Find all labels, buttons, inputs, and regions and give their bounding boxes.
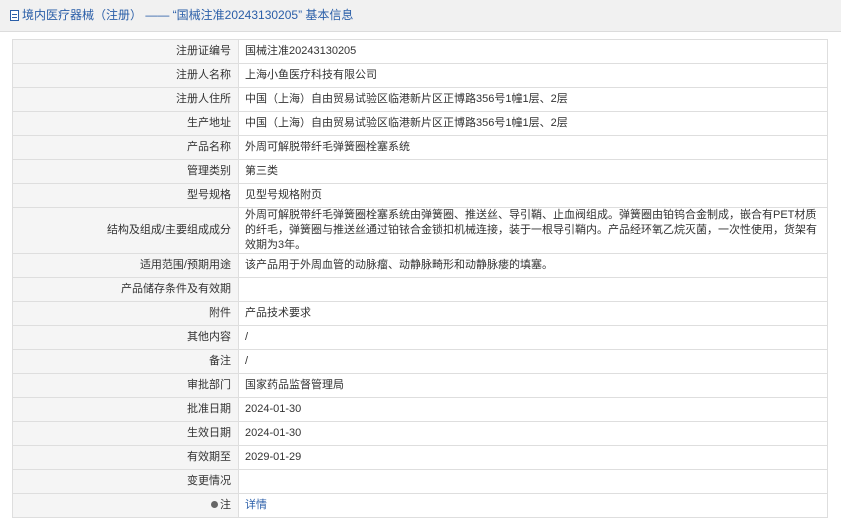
note-value-cell: 详情 — [238, 493, 828, 518]
note-label: 注 — [220, 499, 231, 511]
table-row: 型号规格 见型号规格附页 — [12, 183, 828, 208]
field-label: 产品储存条件及有效期 — [12, 277, 239, 302]
field-label: 生产地址 — [12, 111, 239, 136]
field-label: 备注 — [12, 349, 239, 374]
field-label: 变更情况 — [12, 469, 239, 494]
table-row: 附件 产品技术要求 — [12, 301, 828, 326]
page-header: 境内医疗器械（注册） —— “国械注准20243130205” 基本信息 — [0, 0, 841, 32]
field-value: 外周可解脱带纤毛弹簧圈栓塞系统由弹簧圈、推送丝、导引鞘、止血阀组成。弹簧圈由铂钨… — [238, 207, 828, 254]
table-row: 变更情况 — [12, 469, 828, 494]
field-value: 中国（上海）自由贸易试验区临港新片区正博路356号1幢1层、2层 — [238, 87, 828, 112]
field-label: 管理类别 — [12, 159, 239, 184]
note-icon — [211, 500, 218, 508]
table-row: 审批部门 国家药品监督管理局 — [12, 373, 828, 398]
field-value: 上海小鱼医疗科技有限公司 — [238, 63, 828, 88]
field-value: 外周可解脱带纤毛弹簧圈栓塞系统 — [238, 135, 828, 160]
field-value: / — [238, 325, 828, 350]
table-row: 生效日期 2024-01-30 — [12, 421, 828, 446]
field-label: 批准日期 — [12, 397, 239, 422]
table-row: 批准日期 2024-01-30 — [12, 397, 828, 422]
field-label: 结构及组成/主要组成成分 — [12, 207, 239, 254]
field-label: 附件 — [12, 301, 239, 326]
table-row: 结构及组成/主要组成成分 外周可解脱带纤毛弹簧圈栓塞系统由弹簧圈、推送丝、导引鞘… — [12, 207, 828, 254]
field-value: / — [238, 349, 828, 374]
field-value: 该产品用于外周血管的动脉瘤、动静脉畸形和动静脉瘘的填塞。 — [238, 253, 828, 278]
field-label: 其他内容 — [12, 325, 239, 350]
field-value: 2029-01-29 — [238, 445, 828, 470]
field-label: 适用范围/预期用途 — [12, 253, 239, 278]
table-row: 适用范围/预期用途 该产品用于外周血管的动脉瘤、动静脉畸形和动静脉瘘的填塞。 — [12, 253, 828, 278]
page-title: 境内医疗器械（注册） —— “国械注准20243130205” 基本信息 — [22, 8, 354, 22]
table-row: 生产地址 中国（上海）自由贸易试验区临港新片区正博路356号1幢1层、2层 — [12, 111, 828, 136]
document-icon — [10, 10, 19, 21]
field-label: 生效日期 — [12, 421, 239, 446]
table-row: 有效期至 2029-01-29 — [12, 445, 828, 470]
field-value: 见型号规格附页 — [238, 183, 828, 208]
field-label: 审批部门 — [12, 373, 239, 398]
table-row: 备注 / — [12, 349, 828, 374]
table-row: 其他内容 / — [12, 325, 828, 350]
table-row: 产品储存条件及有效期 — [12, 277, 828, 302]
table-row: 管理类别 第三类 — [12, 159, 828, 184]
detail-table: 注册证编号 国械注准20243130205 注册人名称 上海小鱼医疗科技有限公司… — [12, 39, 828, 518]
field-label: 注册人名称 — [12, 63, 239, 88]
field-value — [238, 277, 828, 302]
table-row: 注册人住所 中国（上海）自由贸易试验区临港新片区正博路356号1幢1层、2层 — [12, 87, 828, 112]
table-row: 注册人名称 上海小鱼医疗科技有限公司 — [12, 63, 828, 88]
field-label: 注册证编号 — [12, 39, 239, 64]
field-label: 有效期至 — [12, 445, 239, 470]
note-label-cell: 注 — [12, 493, 239, 518]
field-value: 2024-01-30 — [238, 397, 828, 422]
details-link[interactable]: 详情 — [245, 499, 267, 511]
detail-container: 注册证编号 国械注准20243130205 注册人名称 上海小鱼医疗科技有限公司… — [0, 32, 841, 518]
field-value: 2024-01-30 — [238, 421, 828, 446]
field-value — [238, 469, 828, 494]
field-label: 注册人住所 — [12, 87, 239, 112]
field-value: 第三类 — [238, 159, 828, 184]
note-row: 注 详情 — [12, 493, 828, 518]
field-label: 型号规格 — [12, 183, 239, 208]
field-value: 国家药品监督管理局 — [238, 373, 828, 398]
field-value: 产品技术要求 — [238, 301, 828, 326]
table-row: 产品名称 外周可解脱带纤毛弹簧圈栓塞系统 — [12, 135, 828, 160]
field-value: 中国（上海）自由贸易试验区临港新片区正博路356号1幢1层、2层 — [238, 111, 828, 136]
field-value: 国械注准20243130205 — [238, 39, 828, 64]
field-label: 产品名称 — [12, 135, 239, 160]
table-row: 注册证编号 国械注准20243130205 — [12, 39, 828, 64]
